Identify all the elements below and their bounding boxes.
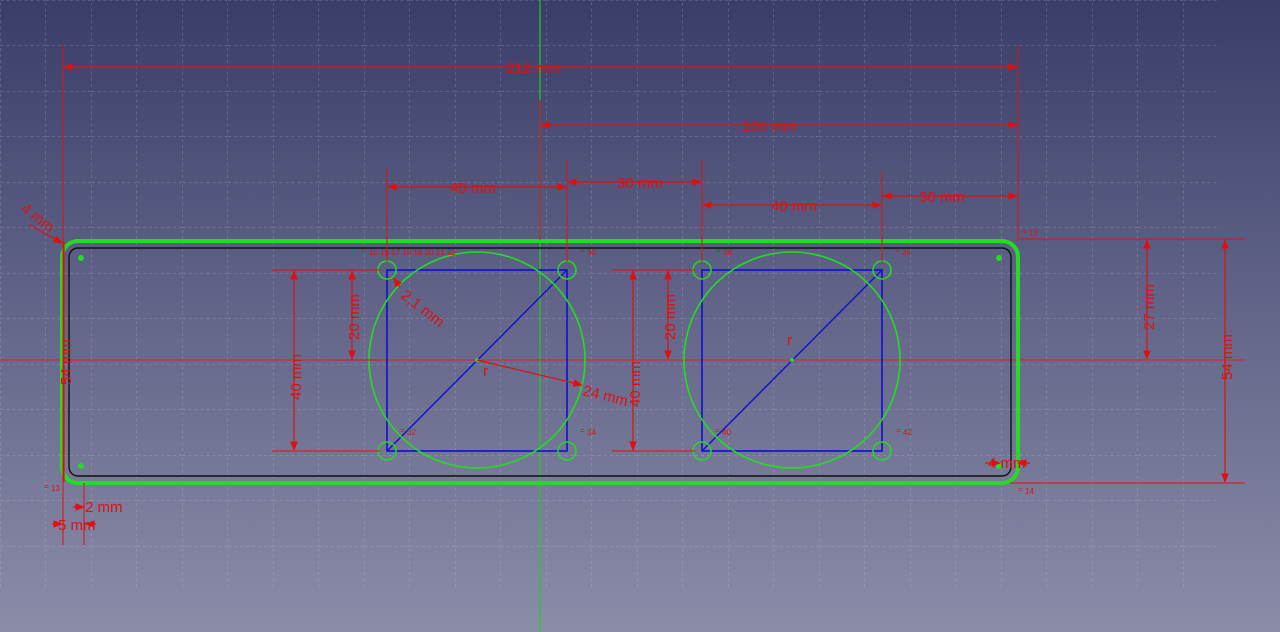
constraint-eq-tl-right: = bbox=[716, 246, 721, 255]
constraint-eq-outer-br: = bbox=[1018, 485, 1023, 494]
dim-edge-offset-right[interactable]: 30 mm bbox=[919, 189, 965, 206]
constraint-eq-bl-left: = bbox=[400, 426, 405, 435]
constraint-num-tr-right: 36 bbox=[902, 248, 911, 257]
dim-hole-half-left[interactable]: 20 mm bbox=[346, 294, 363, 340]
constraint-nums-tl: 15 16 17 18 19 20 21 22 bbox=[369, 248, 456, 257]
constraint-num-bl-left: 32 bbox=[407, 428, 416, 437]
dim-overall-width[interactable]: 212 mm bbox=[506, 60, 560, 77]
constraint-num-tl-right: 38 bbox=[723, 248, 732, 257]
constraint-eq-bl-right: = bbox=[715, 426, 720, 435]
constraint-eq-tr-left: = bbox=[580, 246, 585, 255]
constraint-num-br-left: 34 bbox=[587, 428, 596, 437]
constraint-num-bl-right: 40 bbox=[722, 428, 731, 437]
constraint-eq-tr-right: = bbox=[895, 246, 900, 255]
constraint-eq-br-left: = bbox=[580, 426, 585, 435]
constraint-eq-tl: = bbox=[361, 246, 366, 255]
dim-half-width[interactable]: 106 mm bbox=[742, 118, 796, 135]
dim-overall-height-left[interactable]: 54 mm bbox=[58, 339, 75, 385]
dim-hole-height-left[interactable]: 40 mm bbox=[288, 354, 305, 400]
constraint-num-br-right: 42 bbox=[903, 428, 912, 437]
radius-label-left: r bbox=[483, 363, 488, 380]
constraint-num-outer-bl: 13 bbox=[51, 484, 60, 493]
constraint-num-outer-br: 14 bbox=[1025, 487, 1034, 496]
radius-label-right: r bbox=[787, 332, 792, 349]
dim-hole-half-right[interactable]: 20 mm bbox=[662, 294, 679, 340]
dim-hole-span-left[interactable]: 40 mm bbox=[450, 180, 496, 197]
dim-hole-height-right[interactable]: 40 mm bbox=[627, 361, 644, 407]
sketch-viewport[interactable]: 212 mm 106 mm 40 mm 30 mm 40 mm 30 mm 27… bbox=[0, 0, 1280, 632]
constraint-num-tr-left: 30 bbox=[587, 248, 596, 257]
dim-hole-span-right[interactable]: 40 mm bbox=[771, 198, 817, 215]
dim-center-offset[interactable]: 30 mm bbox=[617, 175, 663, 192]
constraint-num-outer-tr: 12 bbox=[1029, 229, 1038, 238]
dim-half-height[interactable]: 27 mm bbox=[1141, 284, 1158, 330]
dim-small-offset[interactable]: 2 mm bbox=[85, 499, 123, 516]
constraint-eq-outer-bl: = bbox=[44, 482, 49, 491]
dim-corner-br[interactable]: 4 mm bbox=[988, 455, 1026, 472]
dim-small-offset-5[interactable]: 5 mm bbox=[58, 517, 96, 534]
sketch-grid bbox=[0, 0, 1220, 590]
constraint-eq-outer-tr: = bbox=[1022, 227, 1027, 236]
constraint-eq-br-right: = bbox=[896, 426, 901, 435]
sketch-canvas[interactable]: 212 mm 106 mm 40 mm 30 mm 40 mm 30 mm 27… bbox=[0, 0, 1280, 632]
dim-overall-height-right[interactable]: 54 mm bbox=[1219, 334, 1236, 380]
